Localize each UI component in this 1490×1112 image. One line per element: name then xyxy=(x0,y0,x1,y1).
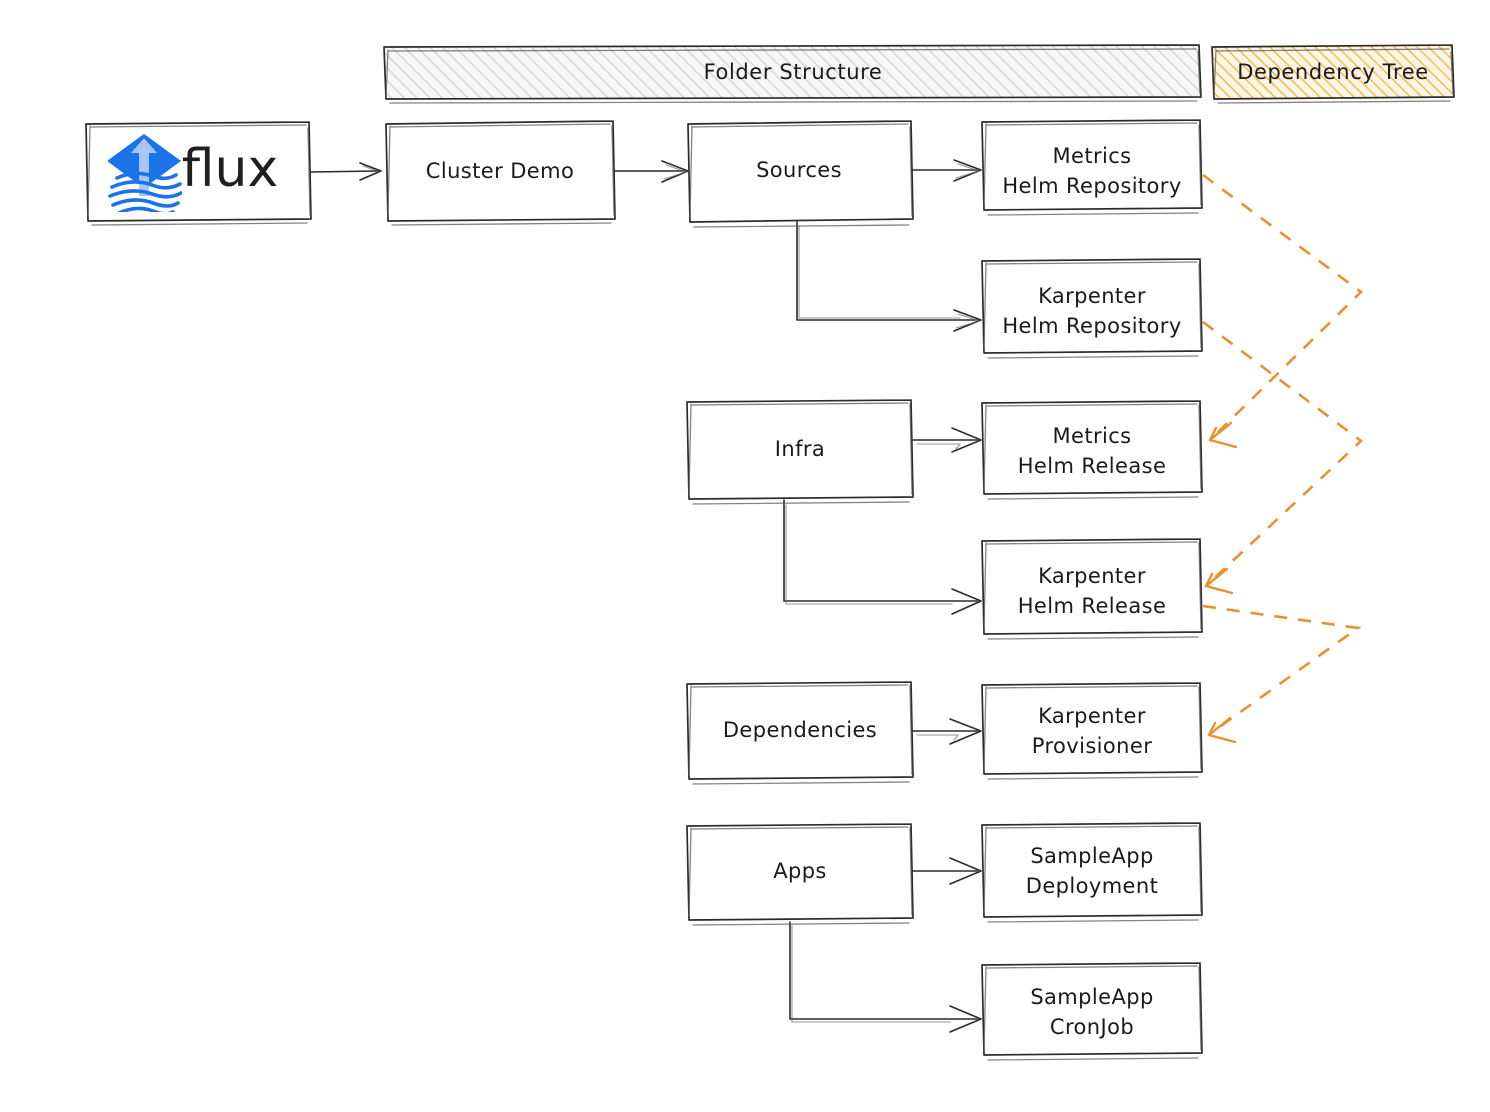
node-metrics-helm-repository-line-0: Metrics xyxy=(1052,144,1131,168)
edge-infra-to-metrics-helm-release xyxy=(912,427,982,453)
node-metrics-helm-release-line-0: Metrics xyxy=(1052,424,1131,448)
edge-cluster-demo-to-sources xyxy=(614,160,689,183)
node-karpenter-helm-release[interactable]: Karpenter Helm Release xyxy=(981,538,1203,640)
node-karpenter-helm-repository[interactable]: Karpenter Helm Repository xyxy=(981,258,1203,359)
node-karpenter-helm-repository-line-0: Karpenter xyxy=(1038,284,1146,308)
edge-sources-to-metrics-helm-repository xyxy=(912,159,982,182)
node-sampleapp-deployment-line-1: Deployment xyxy=(1026,874,1158,898)
node-metrics-helm-repository[interactable]: Metrics Helm Repository xyxy=(981,119,1203,216)
legend-dependency-tree-label: Dependency Tree xyxy=(1237,60,1429,84)
dep-edge-metrics-helm-repository-to-metrics-helm-release xyxy=(1202,173,1363,449)
node-sources[interactable]: Sources xyxy=(687,120,914,228)
legend-folder-structure-label: Folder Structure xyxy=(704,60,883,84)
node-karpenter-provisioner[interactable]: Karpenter Provisioner xyxy=(981,682,1203,780)
edge-dependencies-to-karpenter-provisioner xyxy=(912,718,982,745)
node-karpenter-helm-release-line-0: Karpenter xyxy=(1038,564,1146,588)
edge-flux-to-cluster-demo xyxy=(310,162,382,181)
node-dependencies-line-0: Dependencies xyxy=(723,718,877,742)
node-infra-line-0: Infra xyxy=(775,437,825,461)
node-sampleapp-cronjob-line-1: CronJob xyxy=(1050,1015,1134,1039)
node-karpenter-helm-repository-line-1: Helm Repository xyxy=(1002,314,1181,338)
node-metrics-helm-release-line-1: Helm Release xyxy=(1018,454,1167,478)
node-sources-line-0: Sources xyxy=(756,158,842,182)
node-metrics-helm-repository-line-1: Helm Repository xyxy=(1002,174,1181,198)
node-metrics-helm-release[interactable]: Metrics Helm Release xyxy=(981,400,1203,500)
node-flux-logo[interactable]: flux xyxy=(85,121,312,226)
node-infra[interactable]: Infra xyxy=(686,399,914,505)
node-sampleapp-cronjob[interactable]: SampleApp CronJob xyxy=(981,962,1203,1061)
legend-dependency-tree: Dependency Tree xyxy=(1211,44,1455,104)
dep-edge-karpenter-helm-repository-to-karpenter-helm-release xyxy=(1202,320,1364,595)
node-karpenter-helm-release-line-1: Helm Release xyxy=(1018,594,1167,618)
node-apps-line-0: Apps xyxy=(773,859,827,883)
edge-apps-to-sampleapp-deployment xyxy=(912,857,982,885)
edge-sources-to-karpenter-helm-repository xyxy=(796,221,982,332)
legend-folder-structure: Folder Structure xyxy=(383,44,1202,104)
edge-apps-to-sampleapp-cronjob xyxy=(789,921,982,1033)
dependency-edges xyxy=(1202,173,1364,744)
diagram-svg: Folder Structure Dependency Tree flux Cl… xyxy=(85,44,1455,1061)
edge-infra-to-karpenter-helm-release xyxy=(783,499,982,615)
node-dependencies[interactable]: Dependencies xyxy=(686,681,914,785)
dep-edge-karpenter-helm-release-to-karpenter-provisioner xyxy=(1202,604,1362,744)
node-karpenter-provisioner-line-0: Karpenter xyxy=(1038,704,1146,728)
node-cluster-demo[interactable]: Cluster Demo xyxy=(385,120,616,226)
node-sampleapp-cronjob-line-0: SampleApp xyxy=(1030,985,1153,1009)
node-sampleapp-deployment[interactable]: SampleApp Deployment xyxy=(981,822,1203,923)
diagram-canvas: Folder Structure Dependency Tree flux Cl… xyxy=(0,0,1490,1112)
node-apps[interactable]: Apps xyxy=(686,823,914,926)
node-sampleapp-deployment-line-0: SampleApp xyxy=(1030,844,1153,868)
flux-wordmark-label: flux xyxy=(182,139,278,199)
node-karpenter-provisioner-line-1: Provisioner xyxy=(1032,734,1152,758)
node-cluster-demo-line-0: Cluster Demo xyxy=(426,159,574,183)
